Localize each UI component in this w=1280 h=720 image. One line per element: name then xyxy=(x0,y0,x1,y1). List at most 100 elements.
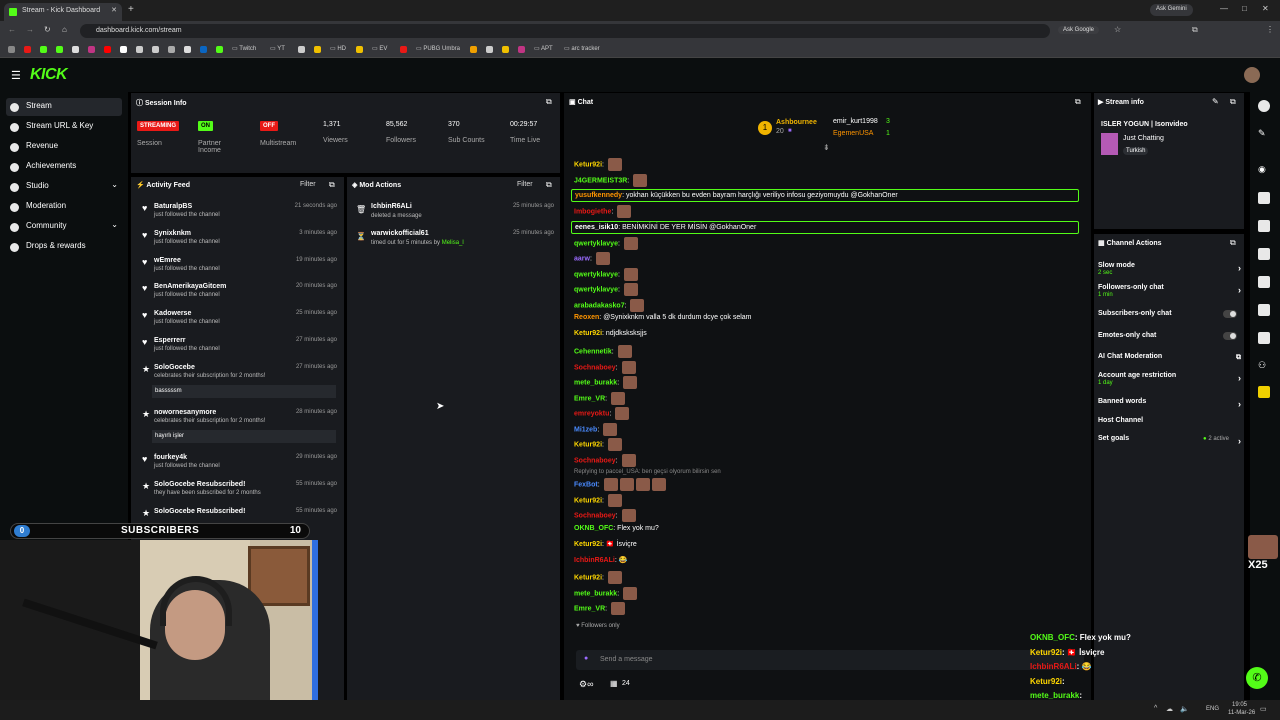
chat-message[interactable]: aarw: xyxy=(574,252,610,265)
chat-message[interactable]: Ketur92i: ndjdksksksjjs xyxy=(574,330,647,337)
bookmark-icon[interactable] xyxy=(216,46,223,53)
chat-username[interactable]: yusufkennedy xyxy=(575,192,622,199)
chat-message[interactable]: Mi1zeb: xyxy=(574,422,618,436)
sidebar-item-revenue[interactable]: Revenue xyxy=(6,138,122,156)
moderator-target-name[interactable]: warwickofficial61 xyxy=(371,230,429,237)
chat-emote-icon[interactable] xyxy=(595,252,610,265)
status-badge-partner-income[interactable]: ON xyxy=(198,121,213,131)
chat-username[interactable]: Ketur92i xyxy=(574,441,602,448)
back-icon[interactable]: ← xyxy=(8,25,16,34)
bookmark-icon[interactable] xyxy=(120,46,127,53)
bookmark-icon[interactable] xyxy=(168,46,175,53)
minimize-icon[interactable]: — xyxy=(1220,4,1228,13)
chat-message[interactable]: arabadakasko7: xyxy=(574,298,645,312)
flash-icon[interactable] xyxy=(1258,192,1270,204)
subscriber-name[interactable]: nowornesanymore xyxy=(154,409,216,416)
bookmark-twitch[interactable]: ▭ Twitch xyxy=(232,45,256,52)
users-icon[interactable]: ⚇ xyxy=(1258,360,1270,372)
chat-message[interactable]: Emre_VR: xyxy=(574,602,626,615)
chat-username[interactable]: Ketur92i xyxy=(574,161,602,168)
sidebar-item-studio[interactable]: Studio ⌄ xyxy=(6,178,122,196)
bookmark-yt[interactable]: ▭ YT xyxy=(270,45,285,52)
chat-username[interactable]: Emre_VR xyxy=(574,605,605,612)
chat-emote-icon[interactable] xyxy=(633,173,648,187)
chat-emote-icon[interactable] xyxy=(611,602,626,615)
chat-message[interactable]: Ketur92i: xyxy=(574,493,622,507)
bookmark-icon[interactable] xyxy=(152,46,159,53)
chat-emote-icon[interactable] xyxy=(623,283,638,296)
tray-cloud-icon[interactable]: ☁ xyxy=(1166,705,1173,713)
chat-username[interactable]: Sochnaboey xyxy=(574,364,616,371)
ai-moderation-row[interactable]: AI Chat Moderation ⧉ xyxy=(1098,353,1243,361)
hamburger-menu-icon[interactable]: ☰ xyxy=(11,69,21,82)
chat-emote-icon[interactable] xyxy=(611,391,626,405)
follower-name[interactable]: fourkey4k xyxy=(154,454,187,461)
sidebar-item-achievements[interactable]: Achievements xyxy=(6,158,122,176)
chat-settings-icon[interactable]: ⚙∞ xyxy=(579,679,593,690)
chat-emote-icon[interactable] xyxy=(617,345,632,358)
activity-filter-button[interactable]: Filter xyxy=(300,181,316,188)
chat-message[interactable]: OKNB_OFC: Flex yok mu? xyxy=(574,525,659,532)
chat-username[interactable]: Imbogiethe xyxy=(574,208,611,215)
chat-username[interactable]: aarw xyxy=(574,255,590,262)
chat-username[interactable]: eenes_isik10 xyxy=(575,224,618,231)
volume-icon[interactable]: 🔈 xyxy=(1180,705,1189,713)
host-channel-row[interactable]: Host Channel xyxy=(1098,417,1243,424)
ask-google-button[interactable]: Ask Google xyxy=(1058,26,1100,34)
category-name[interactable]: Just Chatting xyxy=(1123,135,1164,142)
sidebar-item-moderation[interactable]: Moderation xyxy=(6,198,122,216)
chat-username[interactable]: qwertyklavye xyxy=(574,271,618,278)
chat-message[interactable]: Reoxen: @Synixknkm valla 5 dk durdum dcy… xyxy=(574,314,752,321)
close-tab-icon[interactable]: ✕ xyxy=(111,6,117,14)
bookmark-icon[interactable] xyxy=(8,46,15,53)
bookmark-icon[interactable] xyxy=(40,46,47,53)
chat-username[interactable]: Mi1zeb xyxy=(574,426,597,433)
chat-message[interactable]: Emre_VR: xyxy=(574,391,626,405)
sidebar-item-stream-url-key[interactable]: Stream URL & Key xyxy=(6,118,122,136)
chat-username[interactable]: Ketur92i xyxy=(574,574,602,581)
bookmark-icon[interactable] xyxy=(502,46,509,53)
reload-icon[interactable]: ↻ xyxy=(44,25,51,34)
banned-words-row[interactable]: Banned words › xyxy=(1098,398,1243,409)
chat-message[interactable]: Ketur92i: 🇨🇭 İsviçre xyxy=(574,540,637,548)
bookmark-icon[interactable] xyxy=(56,46,63,53)
sidebar-item-community[interactable]: Community ⌄ xyxy=(6,218,122,236)
emotes-only-toggle[interactable] xyxy=(1223,332,1237,340)
chat-emote-icon[interactable] xyxy=(623,376,638,389)
popout-icon[interactable]: ⧉ xyxy=(546,97,552,107)
kick-float-button[interactable]: ✆ xyxy=(1246,667,1268,689)
menu-dots-icon[interactable]: ⋮ xyxy=(1266,25,1274,34)
sticker-icon[interactable] xyxy=(1258,386,1270,398)
kick-logo[interactable]: KICK xyxy=(30,66,68,84)
bookmark-icon[interactable] xyxy=(72,46,79,53)
follower-name[interactable]: Synixknkm xyxy=(154,230,191,237)
chat-username[interactable]: Ketur92i xyxy=(574,541,602,548)
chat-message[interactable]: Sochnaboey: xyxy=(574,360,636,374)
camera-icon[interactable]: ◉ xyxy=(1258,164,1270,176)
bookmark-icon[interactable] xyxy=(518,46,525,53)
chat-username[interactable]: J4GERMEIST3R xyxy=(574,177,627,184)
broadcast-icon[interactable] xyxy=(1258,276,1270,288)
chat-username[interactable]: Ketur92i xyxy=(574,497,602,504)
chat-emote-icon[interactable] xyxy=(607,438,622,451)
pencil-icon[interactable]: ✎ xyxy=(1258,128,1270,140)
chat-emote-icon[interactable] xyxy=(621,453,636,467)
bookmark-icon[interactable] xyxy=(24,46,31,53)
chat-emote-icon[interactable] xyxy=(635,478,650,491)
chat-username[interactable]: Emre_VR xyxy=(574,395,605,402)
chat-emote-icon[interactable] xyxy=(619,478,634,491)
chat-message[interactable]: Imbogiethe: xyxy=(574,205,632,218)
chat-emote-icon[interactable] xyxy=(621,360,636,374)
tray-chevron-icon[interactable]: ^ xyxy=(1154,705,1157,712)
bookmark-icon[interactable] xyxy=(104,46,111,53)
browser-tab[interactable]: Stream - Kick Dashboard ✕ xyxy=(4,3,122,21)
chat-username[interactable]: OKNB_OFC xyxy=(574,525,613,532)
bookmark-apt[interactable]: ▭ APT xyxy=(534,45,553,52)
chat-username[interactable]: Sochnaboey xyxy=(574,512,616,519)
clock-date[interactable]: 11-Mar-26 xyxy=(1228,710,1255,716)
bookmark-icon[interactable] xyxy=(200,46,207,53)
follower-name[interactable]: Esperrerr xyxy=(154,337,186,344)
top-gifter-name[interactable]: emir_kurt1998 xyxy=(833,118,878,125)
chat-username[interactable]: qwertyklavye xyxy=(574,286,618,293)
status-badge-multistream[interactable]: OFF xyxy=(260,121,278,131)
